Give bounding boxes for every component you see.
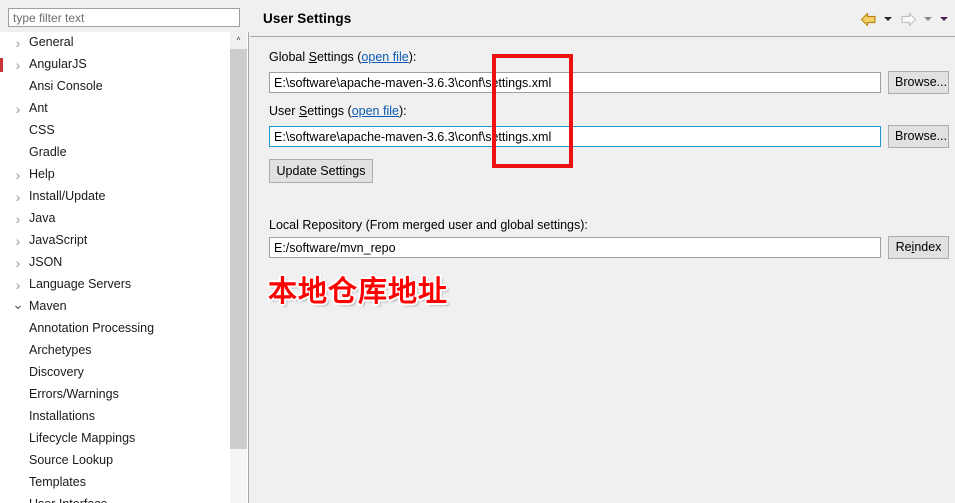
global-settings-path-input[interactable] (269, 72, 881, 93)
page-header: User Settings (250, 0, 955, 37)
tree-item-label: Lifecycle Mappings (29, 431, 136, 445)
tree-item-templates[interactable]: Templates (0, 472, 228, 494)
tree-item-label: Gradle (29, 145, 67, 159)
tree-item-label: Language Servers (29, 277, 132, 291)
tree-item-general[interactable]: › General (0, 32, 228, 54)
header-divider (250, 36, 955, 37)
tree-item-label: Installations (29, 409, 96, 423)
tree-item-label: Install/Update (29, 189, 106, 203)
chevron-right-icon[interactable]: › (10, 186, 26, 208)
tree-item-installations[interactable]: Installations (0, 406, 228, 428)
tree-item-install-update[interactable]: › Install/Update (0, 186, 228, 208)
tree-item-angularjs[interactable]: › AngularJS (0, 54, 228, 76)
global-settings-label-suffix: ettings ( (316, 50, 362, 64)
settings-page: User Settings Global Settings (open file… (250, 0, 955, 503)
user-settings-label: User Settings (open file): (269, 104, 407, 118)
preferences-sidebar: ›General›AngularJSAnsi Console›AntCSSGra… (0, 0, 249, 503)
tree-item-label: JavaScript (29, 233, 88, 247)
chevron-down-icon[interactable]: ⌄ (10, 297, 26, 311)
tree-item-javascript[interactable]: › JavaScript (0, 230, 228, 252)
tree-item-errors-warnings[interactable]: Errors/Warnings (0, 384, 228, 406)
tree-item-gradle[interactable]: Gradle (0, 142, 228, 164)
edge-artifact (0, 58, 3, 72)
tree-item-label: Annotation Processing (29, 321, 155, 335)
tree-item-label: Ant (29, 101, 48, 115)
reindex-button[interactable]: Reindex (888, 236, 949, 259)
local-repository-input[interactable] (269, 237, 881, 258)
tree-item-language-servers[interactable]: › Language Servers (0, 274, 228, 296)
reindex-suffix: ndex (914, 240, 942, 254)
global-settings-label: Global Settings (open file): (269, 50, 416, 64)
chinese-note-annotation: 本地仓库地址 (268, 274, 449, 308)
user-settings-open-file-link[interactable]: open file (352, 104, 399, 118)
forward-arrow-icon (897, 9, 919, 29)
chevron-right-icon[interactable]: › (10, 208, 26, 230)
tree-item-ansi-console[interactable]: Ansi Console (0, 76, 228, 98)
tree-item-json[interactable]: › JSON (0, 252, 228, 274)
reindex-prefix: Re (895, 240, 912, 254)
tree-item-label: Help (29, 167, 55, 181)
user-settings-label-mnemonic: S (298, 104, 308, 118)
page-menu-caret-down-icon[interactable] (937, 9, 951, 29)
tree-item-maven[interactable]: ⌄ Maven (0, 296, 228, 318)
tree-item-label: AngularJS (29, 57, 87, 71)
chevron-right-icon[interactable]: › (10, 230, 26, 252)
preferences-tree[interactable]: › General › AngularJS Ansi Console › Ant CSS Gra… (0, 32, 249, 503)
tree-item-ant[interactable]: › Ant (0, 98, 228, 120)
tree-item-source-lookup[interactable]: Source Lookup (0, 450, 228, 472)
tree-item-java[interactable]: › Java (0, 208, 228, 230)
tree-item-archetypes[interactable]: Archetypes (0, 340, 228, 362)
global-settings-label-end: ): (408, 50, 417, 64)
navigation-controls (857, 9, 951, 29)
tree-list: › General › AngularJS Ansi Console › Ant CSS Gra… (0, 32, 228, 503)
back-dropdown-caret-down-icon[interactable] (881, 9, 895, 29)
user-settings-browse-button[interactable]: Browse... (888, 125, 949, 148)
tree-item-lifecycle-mappings[interactable]: Lifecycle Mappings (0, 428, 228, 450)
scrollbar-thumb[interactable] (230, 49, 247, 449)
tree-item-help[interactable]: › Help (0, 164, 228, 186)
tree-item-label: Ansi Console (29, 79, 103, 93)
user-settings-label-end: ): (398, 104, 407, 118)
global-settings-label-mnemonic: S (308, 50, 317, 64)
tree-item-label: CSS (29, 123, 55, 137)
global-settings-open-file-link[interactable]: open file (361, 50, 408, 64)
page-title: User Settings (263, 11, 352, 26)
tree-item-css[interactable]: CSS (0, 120, 228, 142)
tree-item-annotation-processing[interactable]: Annotation Processing (0, 318, 228, 340)
tree-item-label: Templates (29, 475, 86, 489)
filter-input[interactable] (8, 8, 240, 27)
local-repository-label: Local Repository (From merged user and g… (269, 218, 588, 232)
global-settings-label-prefix: Global (269, 50, 309, 64)
chevron-up-icon[interactable]: ^ (230, 32, 247, 49)
tree-item-label: Java (29, 211, 56, 225)
tree-item-label: Source Lookup (29, 453, 114, 467)
chevron-right-icon[interactable]: › (10, 164, 26, 186)
chevron-right-icon[interactable]: › (10, 274, 26, 296)
chevron-right-icon[interactable]: › (10, 252, 26, 274)
tree-item-user-interface[interactable]: User Interface (0, 494, 228, 503)
tree-item-label: Errors/Warnings (29, 387, 119, 401)
back-arrow-icon[interactable] (857, 9, 879, 29)
user-settings-path-input[interactable] (269, 126, 881, 147)
tree-item-label: JSON (29, 255, 63, 269)
preferences-window: ›General›AngularJSAnsi Console›AntCSSGra… (0, 0, 955, 503)
user-settings-label-prefix: User (269, 104, 299, 118)
tree-item-discovery[interactable]: Discovery (0, 362, 228, 384)
tree-item-label: User Interface (26, 495, 111, 503)
chevron-right-icon[interactable]: › (10, 54, 26, 76)
chevron-right-icon[interactable]: › (10, 32, 26, 54)
update-settings-button[interactable]: Update Settings (269, 159, 373, 183)
global-settings-browse-button[interactable]: Browse... (888, 71, 949, 94)
user-settings-label-suffix: ettings ( (307, 104, 352, 118)
tree-item-label: Discovery (29, 365, 84, 379)
tree-item-label: General (29, 35, 74, 49)
tree-item-label: Archetypes (29, 343, 92, 357)
forward-dropdown-caret-down-icon (921, 9, 935, 29)
filter-bar (0, 0, 249, 32)
tree-item-label: Maven (29, 299, 67, 313)
chevron-right-icon[interactable]: › (10, 98, 26, 120)
tree-scrollbar[interactable]: ^ (230, 32, 247, 503)
